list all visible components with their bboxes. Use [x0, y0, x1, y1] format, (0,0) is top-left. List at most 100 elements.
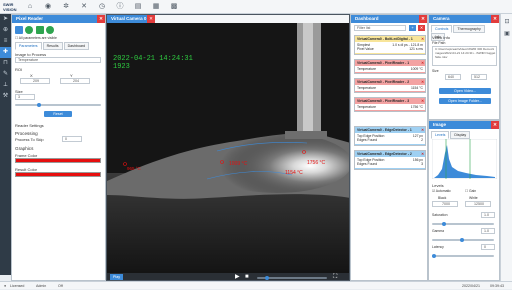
close-icon[interactable]: ✕ [419, 15, 427, 23]
tab-controls[interactable]: Controls [431, 25, 453, 33]
camera-icon[interactable]: ◉ [44, 3, 52, 11]
stop-icon[interactable]: ■ [245, 274, 249, 280]
close-icon[interactable]: ✕ [421, 36, 424, 42]
tab-dashboard[interactable]: Dashboard [63, 42, 90, 50]
latency-knob[interactable] [432, 254, 436, 258]
add-icon[interactable]: + [409, 25, 416, 31]
automatic-checkbox[interactable]: ☑ Automatic [432, 189, 451, 193]
gamma-knob[interactable] [460, 238, 464, 242]
card-row: Edges Found 2 [357, 138, 423, 142]
dashboard-card[interactable]: VirtualCamera0 - PixelReader - 2 ✕ Tempera… [354, 78, 426, 93]
gamma-slider[interactable] [432, 238, 494, 242]
pin-icon[interactable]: ⊡ [503, 18, 511, 26]
dashboard-card[interactable]: VirtualCamera0 - PixelReader - 3 ✕ Tempera… [354, 97, 426, 112]
close-icon[interactable]: ✕ [421, 79, 424, 85]
size-input[interactable]: 3 [15, 94, 35, 100]
card-title-text: VirtualCamera0 - PixelReader - 2 [357, 80, 410, 84]
gain-checkbox[interactable]: ☐ Gain [465, 189, 476, 193]
dashboard-card[interactable]: VirtualCamera0 - PixelReader - 1 ✕ Tempera… [354, 59, 426, 74]
seek-slider[interactable] [257, 276, 327, 280]
close-icon[interactable]: ✕ [491, 15, 499, 23]
edge-icon[interactable]: ⊓ [0, 58, 11, 69]
layers-icon[interactable]: ≡ [0, 36, 11, 47]
pen-icon[interactable]: ✎ [0, 69, 11, 80]
frame-color-picker[interactable] [15, 158, 101, 163]
close-icon[interactable]: ✕ [491, 121, 499, 129]
pointer-icon[interactable]: ➤ [0, 14, 11, 25]
size-slider[interactable] [15, 103, 101, 107]
app-logo: SWIR VISION [3, 2, 17, 12]
dashboard-header: Dashboard ✕ [351, 15, 427, 23]
playback-bar: Play ▶ ■ ⛶ [107, 273, 349, 280]
saturation-knob[interactable] [442, 222, 446, 226]
dock-icon[interactable]: ▣ [503, 30, 511, 38]
delete-icon[interactable]: ✕ [418, 25, 425, 31]
latency-label: Latency [432, 245, 444, 249]
close-icon[interactable]: ✕ [421, 60, 424, 66]
tab-results[interactable]: Results [42, 42, 63, 50]
saturation-slider[interactable] [432, 222, 494, 226]
tab-levels[interactable]: Levels [431, 131, 450, 139]
home-icon[interactable]: ⌂ [26, 3, 34, 11]
pixel-reader-icon[interactable]: ✚ [0, 47, 11, 58]
dashboard-card[interactable]: VirtualCamera0 - EdgeDetector - 1 ✕ Top Ed… [354, 126, 426, 146]
image-select[interactable]: Temperature [15, 57, 101, 63]
ruler-icon[interactable]: ⟂ [0, 80, 11, 91]
copy-icon[interactable] [35, 26, 44, 34]
timer-icon[interactable]: ◷ [98, 3, 106, 11]
x-input[interactable]: 209 [20, 78, 50, 84]
black-input[interactable]: 7000 [432, 201, 458, 207]
all-params-checkbox[interactable]: ☐ All parameters are visible [15, 36, 57, 40]
gain-label: Gain [468, 189, 477, 193]
close-icon[interactable]: ✕ [421, 98, 424, 104]
gamma-label: Gamma [432, 229, 445, 233]
reset-button[interactable]: Reset [44, 111, 72, 117]
process-skip-input[interactable]: 0 [62, 136, 82, 142]
close-icon[interactable]: ✕ [421, 127, 424, 133]
zoom-icon[interactable]: ⊕ [0, 25, 11, 36]
card-title: VirtualCamera0 - PixelReader - 3 ✕ [355, 98, 425, 104]
camera-panel: Camera ✕ Controls ThermographyInfo Video … [428, 14, 500, 120]
card-value: 1154 °C [410, 86, 423, 90]
close-icon[interactable]: ✕ [421, 151, 424, 157]
fullscreen-icon[interactable]: ⛶ [333, 274, 337, 280]
info-icon[interactable]: ⓘ [116, 3, 124, 11]
latency-input[interactable]: 0 [481, 244, 495, 250]
size-slider-knob[interactable] [37, 103, 41, 107]
camera-view-panel: Virtual Camera 0 ✕ 2022-04-21 14:24:31 1… [106, 14, 350, 281]
dashboard-card[interactable]: VirtualCamera0 - BoltLedDigital - 1 ✕ Simp… [354, 35, 426, 55]
dashboard-card[interactable]: VirtualCamera0 - EdgeDetector - 2 ✕ Top Ed… [354, 150, 426, 170]
gamma-input[interactable]: 1.0 [481, 228, 495, 234]
eye-icon[interactable] [25, 26, 34, 34]
close-icon[interactable]: ✕ [147, 15, 155, 23]
settings-icon[interactable]: ✲ [62, 3, 70, 11]
layout-icon[interactable]: ▦ [152, 3, 160, 11]
close-icon[interactable]: ✕ [97, 15, 105, 23]
seek-knob[interactable] [265, 276, 269, 280]
tab-display[interactable]: Display [450, 131, 471, 139]
target-icon[interactable] [46, 26, 55, 34]
tab-thermography[interactable]: Thermography [453, 25, 485, 33]
white-input[interactable]: 12500 [465, 201, 491, 207]
tools-icon[interactable]: ✕ [80, 3, 88, 11]
wrench-icon[interactable]: ⚒ [0, 91, 11, 102]
camera-tab[interactable]: Virtual Camera 0 [107, 15, 151, 23]
card-label: Pixel Value [357, 47, 374, 52]
play-icon[interactable] [15, 26, 23, 34]
levels-heading: Levels [432, 183, 444, 188]
open-image-folder-button[interactable]: Open Image Folder... [439, 98, 491, 104]
save-icon[interactable]: ▤ [134, 3, 142, 11]
open-video-button[interactable]: Open Video... [439, 88, 491, 94]
tab-parameters[interactable]: Parameters [15, 42, 42, 50]
dashboard-filter-input[interactable]: Filter list [354, 25, 406, 31]
grid-icon[interactable]: ▩ [170, 3, 178, 11]
play-icon[interactable]: ▶ [235, 274, 240, 280]
camera-panel-title: Camera [433, 16, 450, 21]
image-header: Image ✕ [429, 121, 499, 129]
y-input[interactable]: 204 [60, 78, 90, 84]
image-tabs: Levels Display [431, 131, 471, 139]
play-button[interactable]: Play [110, 274, 123, 280]
saturation-input[interactable]: 1.0 [481, 212, 495, 218]
result-color-picker[interactable] [15, 172, 101, 177]
latency-slider[interactable] [432, 254, 494, 258]
